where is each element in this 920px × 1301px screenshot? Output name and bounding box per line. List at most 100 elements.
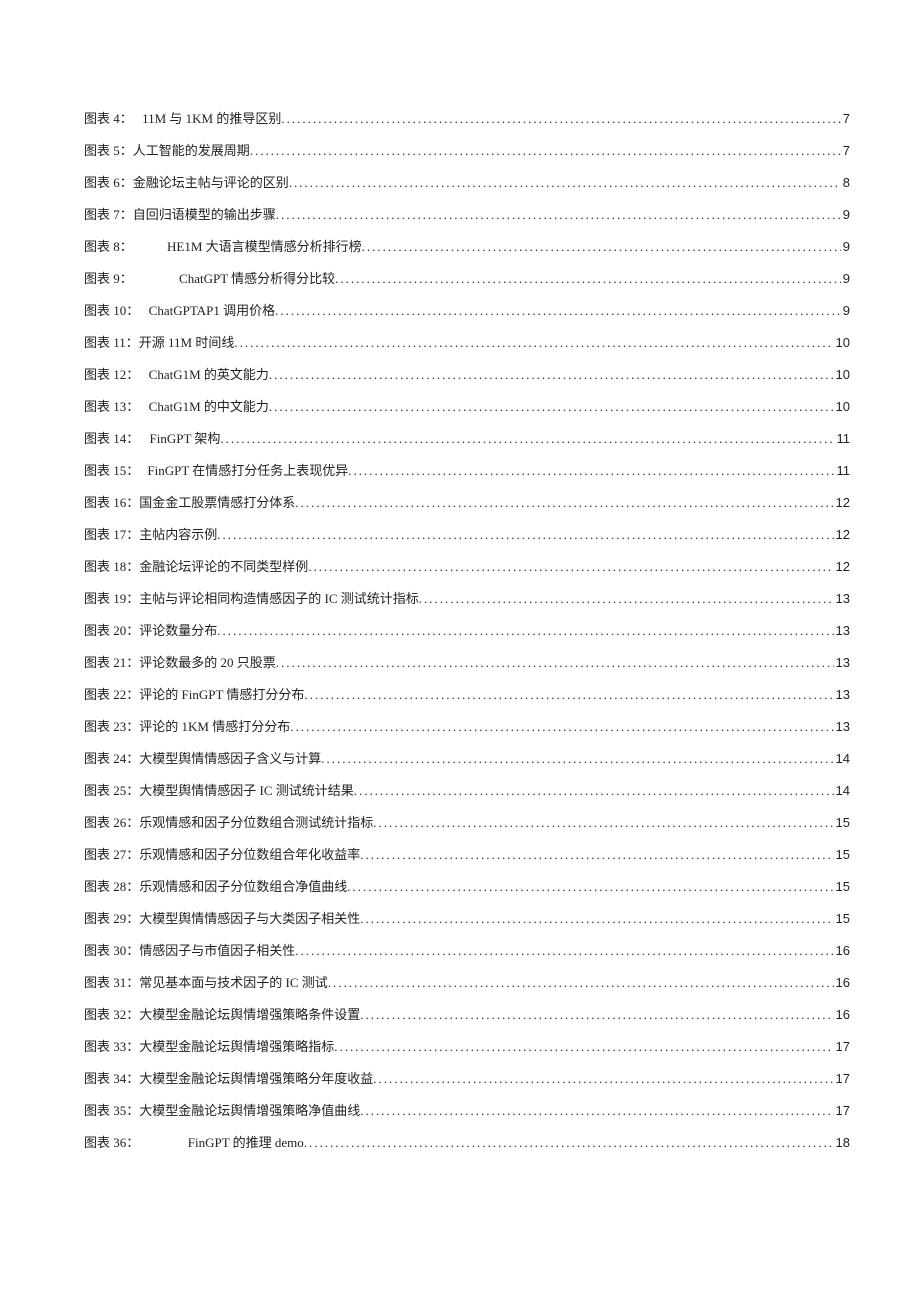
toc-leader-dots — [217, 528, 833, 541]
toc-entry-page: 13 — [834, 592, 850, 605]
toc-entry-title: 大模型金融论坛舆情增强策略条件设置 — [139, 1008, 360, 1021]
toc-entry-page: 11 — [835, 432, 851, 445]
toc-entry[interactable]: 图表 7：自回归语模型的输出步骤9 — [84, 208, 850, 221]
toc-entry-label: 图表 8： — [84, 240, 133, 253]
toc-entry[interactable]: 图表 22：评论的 FinGPT 情感打分分布13 — [84, 688, 850, 701]
toc-entry-page: 13 — [834, 720, 850, 733]
toc-leader-dots — [269, 400, 834, 413]
toc-entry-label: 图表 6： — [84, 176, 133, 189]
toc-leader-dots — [217, 624, 833, 637]
toc-entry[interactable]: 图表 11：开源 11M 时间线10 — [84, 336, 850, 349]
toc-entry-page: 13 — [834, 624, 850, 637]
toc-entry-title: 评论数量分布 — [139, 624, 217, 637]
toc-entry[interactable]: 图表 13：ChatG1M 的中文能力10 — [84, 400, 850, 413]
toc-entry-label: 图表 34： — [84, 1072, 139, 1085]
toc-leader-dots — [348, 464, 834, 477]
toc-entry-label: 图表 17： — [84, 528, 139, 541]
toc-leader-dots — [275, 304, 841, 317]
toc-entry-page: 14 — [834, 752, 850, 765]
toc-leader-dots — [360, 848, 833, 861]
toc-leader-dots — [419, 592, 834, 605]
toc-entry[interactable]: 图表 18：金融论坛评论的不同类型样例12 — [84, 560, 850, 573]
toc-entry-title: 乐观情感和因子分位数组合年化收益率 — [139, 848, 360, 861]
toc-entry-page: 12 — [834, 528, 850, 541]
toc-entry-page: 15 — [834, 880, 850, 893]
toc-entry[interactable]: 图表 5：人工智能的发展周期7 — [84, 144, 850, 157]
toc-entry[interactable]: 图表 6：金融论坛主帖与评论的区别8 — [84, 176, 850, 189]
toc-entry-label: 图表 18： — [84, 560, 139, 573]
toc-entry[interactable]: 图表 8：HE1M 大语言模型情感分析排行榜9 — [84, 240, 850, 253]
toc-entry-label: 图表 16： — [84, 496, 139, 509]
toc-entry-label: 图表 26： — [84, 816, 139, 829]
toc-entry-title: 国金金工股票情感打分体系 — [139, 496, 295, 509]
toc-entry-title: FinGPT 的推理 demo — [188, 1136, 304, 1149]
toc-entry[interactable]: 图表 25：大模型舆情情感因子 IC 测试统计结果14 — [84, 784, 850, 797]
toc-entry[interactable]: 图表 4：11M 与 1KM 的推导区别7 — [84, 112, 850, 125]
toc-entry[interactable]: 图表 34：大模型金融论坛舆情增强策略分年度收益17 — [84, 1072, 850, 1085]
toc-entry-title: FinGPT 在情感打分任务上表现优异 — [147, 464, 348, 477]
toc-leader-dots — [373, 1072, 833, 1085]
toc-entry[interactable]: 图表 20：评论数量分布13 — [84, 624, 850, 637]
toc-entry[interactable]: 图表 23：评论的 1KM 情感打分分布13 — [84, 720, 850, 733]
toc-entry[interactable]: 图表 17：主帖内容示例12 — [84, 528, 850, 541]
toc-entry-title: 评论数最多的 20 只股票 — [139, 656, 276, 669]
toc-entry-title: 开源 11M 时间线 — [139, 336, 235, 349]
toc-leader-dots — [295, 496, 833, 509]
toc-entry-title: 大模型舆情情感因子 IC 测试统计结果 — [139, 784, 354, 797]
toc-leader-dots — [276, 656, 834, 669]
toc-entry-title: 大模型金融论坛舆情增强策略净值曲线 — [139, 1104, 360, 1117]
toc-entry[interactable]: 图表 27：乐观情感和因子分位数组合年化收益率15 — [84, 848, 850, 861]
toc-entry-label: 图表 29： — [84, 912, 139, 925]
toc-entry[interactable]: 图表 24：大模型舆情情感因子含义与计算14 — [84, 752, 850, 765]
toc-entry[interactable]: 图表 28：乐观情感和因子分位数组合净值曲线15 — [84, 880, 850, 893]
toc-entry-title: 大模型金融论坛舆情增强策略分年度收益 — [139, 1072, 373, 1085]
toc-entry[interactable]: 图表 26：乐观情感和因子分位数组合测试统计指标15 — [84, 816, 850, 829]
toc-leader-dots — [373, 816, 833, 829]
toc-entry-page: 12 — [834, 496, 850, 509]
toc-entry-label: 图表 5： — [84, 144, 133, 157]
toc-entry-title: 乐观情感和因子分位数组合测试统计指标 — [139, 816, 373, 829]
toc-entry[interactable]: 图表 31：常见基本面与技术因子的 IC 测试16 — [84, 976, 850, 989]
toc-entry-page: 16 — [834, 976, 850, 989]
toc-entry[interactable]: 图表 12：ChatG1M 的英文能力10 — [84, 368, 850, 381]
table-of-figures: 图表 4：11M 与 1KM 的推导区别7 图表 5：人工智能的发展周期7 图表 6… — [84, 112, 850, 1149]
toc-entry[interactable]: 图表 29：大模型舆情情感因子与大类因子相关性15 — [84, 912, 850, 925]
toc-entry[interactable]: 图表 32：大模型金融论坛舆情增强策略条件设置16 — [84, 1008, 850, 1021]
toc-entry-page: 13 — [834, 688, 850, 701]
toc-entry[interactable]: 图表 36：FinGPT 的推理 demo18 — [84, 1136, 850, 1149]
toc-entry-page: 9 — [841, 304, 850, 317]
toc-entry-label: 图表 7： — [84, 208, 133, 221]
toc-leader-dots — [335, 272, 841, 285]
toc-entry-title: ChatGPTAP1 调用价格 — [149, 304, 275, 317]
toc-leader-dots — [347, 880, 833, 893]
toc-entry-label: 图表 11： — [84, 336, 139, 349]
toc-entry-page: 7 — [841, 112, 850, 125]
toc-entry[interactable]: 图表 30：情感因子与市值因子相关性16 — [84, 944, 850, 957]
toc-leader-dots — [269, 368, 834, 381]
toc-entry[interactable]: 图表 33：大模型金融论坛舆情增强策略指标17 — [84, 1040, 850, 1053]
toc-entry-title: ChatG1M 的中文能力 — [149, 400, 269, 413]
toc-entry[interactable]: 图表 19：主帖与评论相同构造情感因子的 IC 测试统计指标13 — [84, 592, 850, 605]
toc-entry-title: 评论的 FinGPT 情感打分分布 — [139, 688, 304, 701]
toc-entry[interactable]: 图表 21：评论数最多的 20 只股票13 — [84, 656, 850, 669]
toc-leader-dots — [321, 752, 833, 765]
toc-entry[interactable]: 图表 9：ChatGPT 情感分析得分比较9 — [84, 272, 850, 285]
toc-entry[interactable]: 图表 10：ChatGPTAP1 调用价格9 — [84, 304, 850, 317]
toc-entry-page: 9 — [841, 240, 850, 253]
toc-entry-title: 金融论坛主帖与评论的区别 — [133, 176, 289, 189]
toc-entry-label: 图表 13： — [84, 400, 139, 413]
toc-leader-dots — [281, 112, 840, 125]
toc-entry[interactable]: 图表 16：国金金工股票情感打分体系 12 — [84, 496, 850, 509]
toc-entry-label: 图表 36： — [84, 1136, 139, 1149]
toc-entry-page: 13 — [834, 656, 850, 669]
toc-leader-dots — [360, 912, 833, 925]
toc-leader-dots — [360, 1008, 833, 1021]
toc-entry-page: 12 — [834, 560, 850, 573]
toc-entry[interactable]: 图表 14：FinGPT 架构11 — [84, 432, 850, 445]
toc-entry-label: 图表 27： — [84, 848, 139, 861]
toc-entry-title: ChatG1M 的英文能力 — [149, 368, 269, 381]
toc-entry-label: 图表 24： — [84, 752, 139, 765]
toc-entry-label: 图表 33： — [84, 1040, 139, 1053]
toc-entry[interactable]: 图表 15：FinGPT 在情感打分任务上表现优异11 — [84, 464, 850, 477]
toc-entry[interactable]: 图表 35：大模型金融论坛舆情增强策略净值曲线17 — [84, 1104, 850, 1117]
